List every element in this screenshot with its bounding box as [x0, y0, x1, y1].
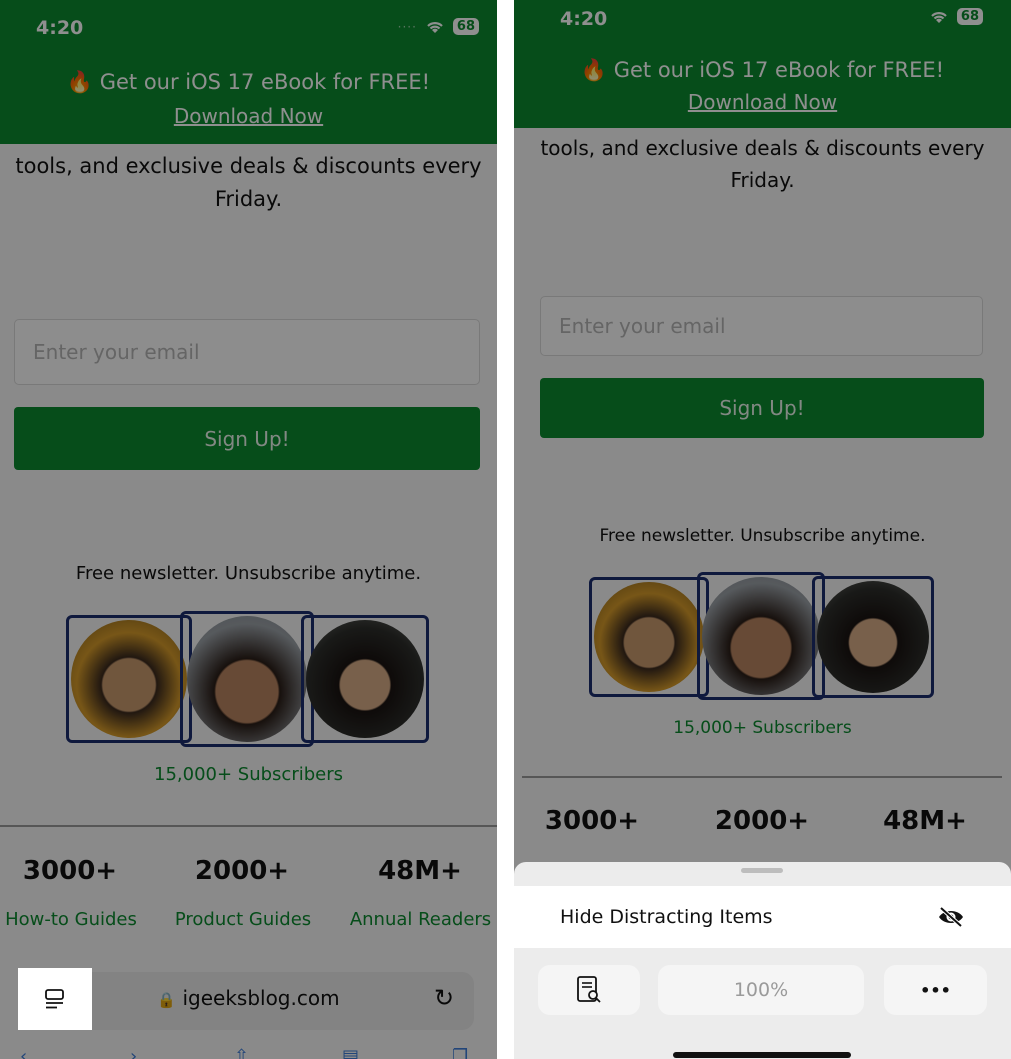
promo-text: 🔥 Get our iOS 17 eBook for FREE!: [580, 58, 945, 82]
url-text: igeeksblog.com: [182, 986, 340, 1010]
status-time: 4:20: [36, 17, 84, 39]
hide-distracting-items-button[interactable]: Hide Distracting Items: [538, 892, 987, 942]
avatar: [301, 615, 429, 743]
left-screenshot: 4:20 ···· 68 🔥 Get our iOS 17 eBook for …: [0, 0, 497, 1059]
battery-indicator: 68: [452, 18, 479, 35]
signup-button[interactable]: Sign Up!: [14, 407, 480, 470]
avatar: [697, 572, 825, 700]
avatar: [180, 611, 314, 747]
download-now-link[interactable]: Download Now: [514, 90, 1011, 114]
reader-search-icon: [577, 976, 601, 1003]
eye-slash-icon: [939, 907, 963, 927]
hide-distracting-items-label: Hide Distracting Items: [560, 906, 773, 928]
subscriber-count: 15,000+ Subscribers: [154, 764, 343, 785]
signup-button[interactable]: Sign Up!: [540, 378, 984, 438]
back-icon[interactable]: ‹: [20, 1046, 27, 1059]
divider: [497, 0, 514, 1059]
status-icons: ···· 68: [398, 18, 479, 35]
stat-value: 2000+: [194, 856, 290, 886]
lock-icon: 🔒: [157, 991, 177, 1009]
page-settings-button[interactable]: [18, 968, 92, 1030]
share-icon[interactable]: ⇧: [234, 1046, 249, 1059]
stat-value: 48M+: [378, 856, 462, 886]
stat-label: Annual Readers: [349, 909, 492, 930]
home-indicator: [673, 1052, 851, 1058]
signal-icon: ····: [397, 19, 417, 34]
email-input[interactable]: Enter your email: [540, 296, 983, 356]
status-icons: 68: [929, 8, 983, 25]
bookmarks-icon[interactable]: ▤: [342, 1046, 359, 1059]
stat-value: 48M+: [883, 806, 967, 836]
bottom-toolbar: ‹ › ⇧ ▤ ❐: [0, 1040, 497, 1059]
download-now-link[interactable]: Download Now: [0, 104, 497, 128]
newsletter-paragraph-line1: tools, and exclusive deals & discounts e…: [15, 154, 482, 178]
subscriber-count: 15,000+ Subscribers: [673, 718, 852, 738]
promo-banner: 4:20 68 🔥 Get our iOS 17 eBook for FREE!…: [514, 0, 1011, 128]
more-options-button[interactable]: •••: [884, 965, 987, 1015]
reload-icon[interactable]: ↻: [434, 984, 454, 1012]
newsletter-paragraph-line1: tools, and exclusive deals & discounts e…: [540, 136, 985, 160]
wifi-icon: [931, 11, 947, 23]
section-divider: [0, 825, 497, 827]
promo-text: 🔥 Get our iOS 17 eBook for FREE!: [66, 70, 431, 94]
newsletter-paragraph-line2: Friday.: [730, 168, 795, 192]
tabs-icon[interactable]: ❐: [452, 1046, 468, 1059]
avatar: [589, 577, 709, 697]
newsletter-note: Free newsletter. Unsubscribe anytime.: [599, 526, 926, 546]
avatar: [66, 615, 192, 743]
wifi-icon: [427, 21, 443, 33]
forward-icon[interactable]: ›: [130, 1046, 137, 1059]
stat-value: 3000+: [22, 856, 118, 886]
promo-banner: 4:20 ···· 68 🔥 Get our iOS 17 eBook for …: [0, 0, 497, 144]
reader-button[interactable]: [538, 965, 640, 1015]
stat-label: Product Guides: [174, 909, 312, 930]
zoom-level[interactable]: 100%: [658, 965, 864, 1015]
stat-label: How-to Guides: [5, 909, 137, 930]
section-divider: [522, 776, 1002, 778]
sheet-grabber[interactable]: [741, 868, 783, 873]
page-menu-icon: [45, 989, 64, 1009]
status-time: 4:20: [560, 8, 608, 30]
avatar: [812, 576, 934, 698]
stat-value: 2000+: [714, 806, 810, 836]
stat-value: 3000+: [544, 806, 640, 836]
battery-indicator: 68: [956, 8, 983, 25]
email-input[interactable]: Enter your email: [14, 319, 480, 385]
newsletter-paragraph-line2: Friday.: [214, 187, 283, 211]
right-screenshot: 4:20 68 🔥 Get our iOS 17 eBook for FREE!…: [514, 0, 1011, 1059]
newsletter-note: Free newsletter. Unsubscribe anytime.: [75, 563, 422, 584]
